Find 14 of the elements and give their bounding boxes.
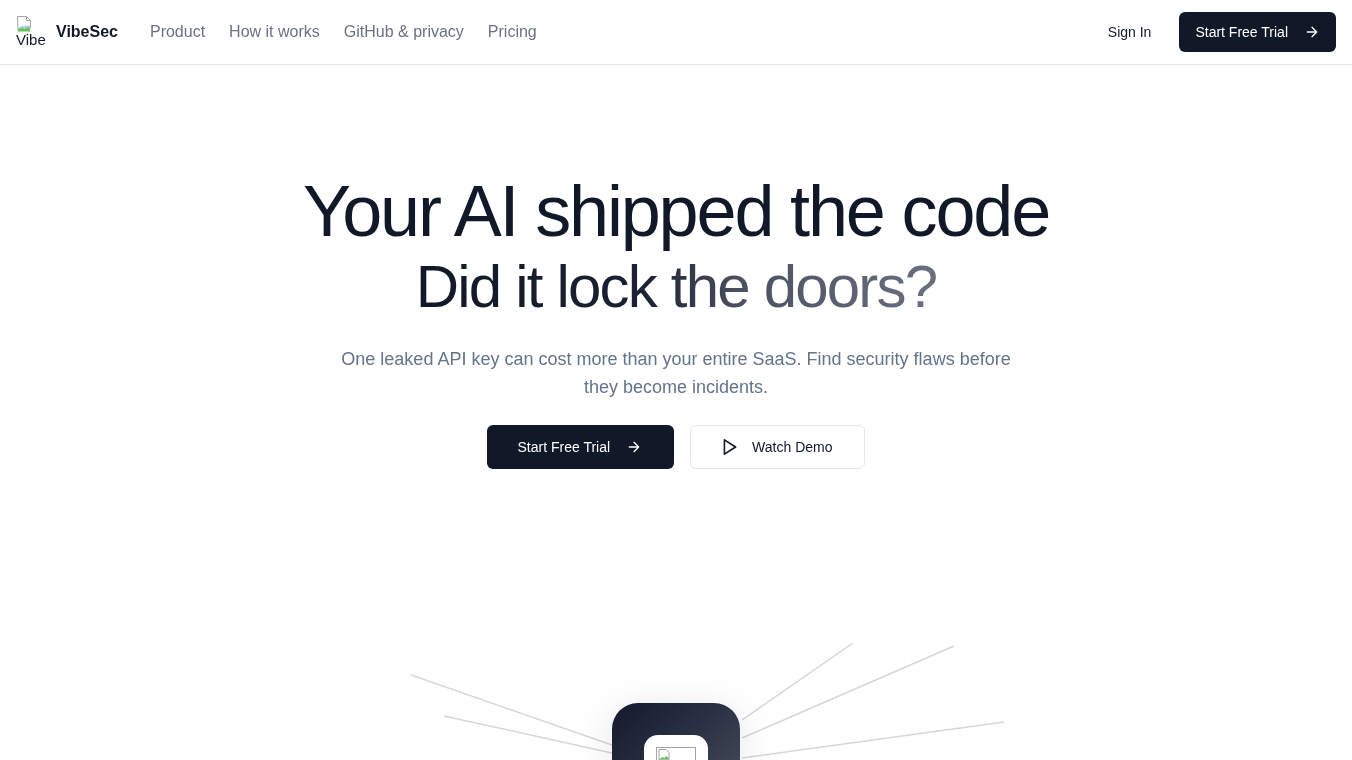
brand-name[interactable]: VibeSec — [56, 23, 118, 41]
nav-link[interactable]: Product — [149, 20, 206, 44]
nav-link[interactable]: Pricing — [487, 20, 537, 44]
hero-description: One leaked API key can cost more than your entire SaaS. Find security flaws before they become incidents. — [340, 348, 1012, 399]
arrow-right-icon — [1304, 24, 1320, 40]
start-trial-button[interactable]: Start Free Trial — [486, 425, 675, 469]
broken-image-icon — [16, 16, 32, 32]
play-icon — [723, 439, 738, 455]
nav-link[interactable]: GitHub & privacy — [343, 20, 464, 44]
sign-in-button[interactable]: Sign In — [1091, 14, 1168, 50]
logo-alt-text: Vibe — [16, 32, 46, 48]
watch-demo-button[interactable]: Watch Demo — [690, 425, 866, 469]
nav-link[interactable]: How it works — [229, 20, 320, 44]
start-trial-button[interactable]: Start Free Trial — [1179, 12, 1336, 52]
